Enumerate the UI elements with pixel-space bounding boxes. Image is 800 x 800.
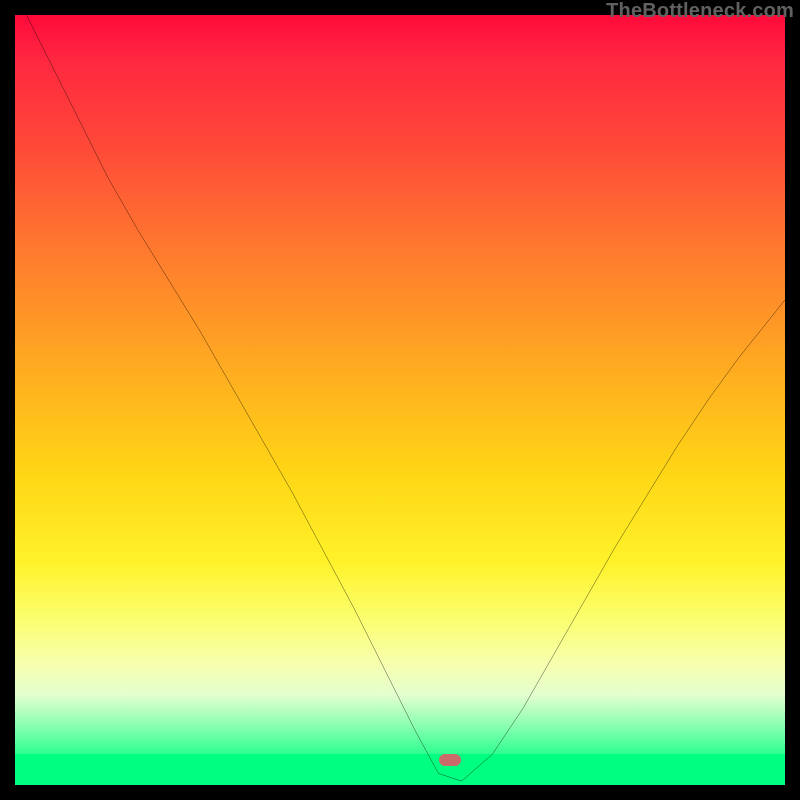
bottleneck-curve	[15, 15, 785, 785]
watermark-text: TheBottleneck.com	[606, 0, 794, 23]
minimum-marker	[439, 754, 461, 766]
curve-path	[15, 15, 785, 781]
chart-stage: TheBottleneck.com	[0, 0, 800, 800]
plot-area	[15, 15, 785, 785]
